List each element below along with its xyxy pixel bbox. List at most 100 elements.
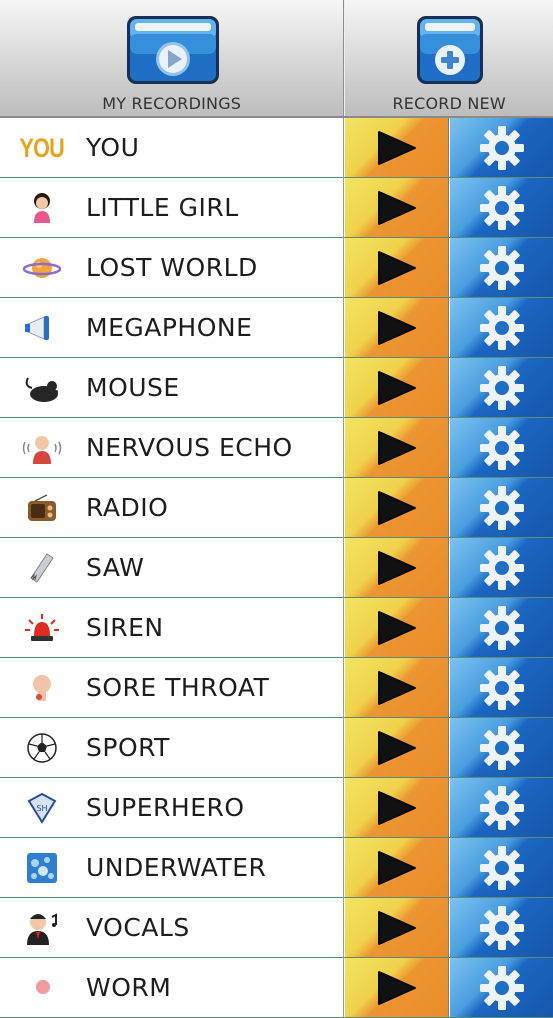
sore-throat-icon — [20, 670, 64, 706]
gear-icon — [479, 185, 524, 230]
recording-name-cell[interactable]: UNDERWATER — [0, 838, 344, 898]
gear-icon — [479, 545, 524, 590]
recording-name-cell[interactable]: YOU YOU — [0, 118, 344, 178]
siren-icon — [20, 610, 64, 646]
my-recordings-label: MY RECORDINGS — [102, 94, 242, 113]
recording-label: VOCALS — [86, 913, 190, 942]
recordings-list: YOU YOU LITTLE GIRL LOST WORLD MEGAPHONE MOUS… — [0, 118, 553, 1018]
recording-name-cell[interactable]: LOST WORLD — [0, 238, 344, 298]
gear-icon — [479, 365, 524, 410]
recording-name-cell[interactable]: SAW — [0, 538, 344, 598]
play-button[interactable] — [345, 478, 449, 537]
play-button[interactable] — [345, 358, 449, 417]
gear-icon — [479, 605, 524, 650]
planet-icon — [20, 250, 64, 286]
svg-text:SH: SH — [36, 804, 47, 813]
settings-button[interactable] — [450, 178, 553, 237]
recording-row: LITTLE GIRL — [0, 178, 553, 238]
gear-icon — [479, 785, 524, 830]
recording-row: RADIO — [0, 478, 553, 538]
play-button[interactable] — [345, 418, 449, 477]
settings-button[interactable] — [450, 358, 553, 417]
recording-row: VOCALS — [0, 898, 553, 958]
recording-row: MOUSE — [0, 358, 553, 418]
recording-label: MEGAPHONE — [86, 313, 253, 342]
recording-name-cell[interactable]: MEGAPHONE — [0, 298, 344, 358]
play-icon — [377, 790, 416, 825]
recording-name-cell[interactable]: VOCALS — [0, 898, 344, 958]
play-icon — [377, 490, 416, 525]
play-button[interactable] — [345, 178, 449, 237]
play-button[interactable] — [345, 718, 449, 777]
play-icon — [377, 190, 416, 225]
play-button[interactable] — [345, 658, 449, 717]
recording-name-cell[interactable]: MOUSE — [0, 358, 344, 418]
play-icon — [377, 130, 416, 165]
recording-label: NERVOUS ECHO — [86, 433, 293, 462]
settings-button[interactable] — [450, 718, 553, 777]
gear-icon — [479, 725, 524, 770]
gear-icon — [479, 245, 524, 290]
recording-name-cell[interactable]: SH SUPERHERO — [0, 778, 344, 838]
play-button[interactable] — [345, 958, 449, 1017]
play-icon — [377, 430, 416, 465]
recording-label: SORE THROAT — [86, 673, 270, 702]
settings-button[interactable] — [450, 118, 553, 177]
recording-row: MEGAPHONE — [0, 298, 553, 358]
play-button[interactable] — [345, 538, 449, 597]
little-girl-icon — [20, 190, 64, 226]
settings-button[interactable] — [450, 658, 553, 717]
recording-name-cell[interactable]: WORM — [0, 958, 344, 1018]
play-icon — [377, 910, 416, 945]
recording-name-cell[interactable]: SIREN — [0, 598, 344, 658]
record-new-button[interactable]: RECORD NEW — [344, 0, 553, 116]
settings-button[interactable] — [450, 838, 553, 897]
play-icon — [377, 610, 416, 645]
play-icon — [377, 850, 416, 885]
singer-icon — [20, 910, 64, 946]
recording-name-cell[interactable]: SPORT — [0, 718, 344, 778]
recording-row: SAW — [0, 538, 553, 598]
recording-name-cell[interactable]: LITTLE GIRL — [0, 178, 344, 238]
play-button[interactable] — [345, 298, 449, 357]
settings-button[interactable] — [450, 298, 553, 357]
recording-name-cell[interactable]: NERVOUS ECHO — [0, 418, 344, 478]
settings-button[interactable] — [450, 598, 553, 657]
folder-add-icon — [417, 16, 484, 84]
folder-play-icon — [127, 16, 219, 84]
play-icon — [377, 310, 416, 345]
recording-row: UNDERWATER — [0, 838, 553, 898]
recording-label: YOU — [86, 133, 140, 162]
play-button[interactable] — [345, 898, 449, 957]
settings-button[interactable] — [450, 538, 553, 597]
gear-icon — [479, 425, 524, 470]
settings-button[interactable] — [450, 898, 553, 957]
recording-row: SH SUPERHERO — [0, 778, 553, 838]
play-button[interactable] — [345, 238, 449, 297]
recording-name-cell[interactable]: RADIO — [0, 478, 344, 538]
recording-label: SUPERHERO — [86, 793, 245, 822]
recording-row: LOST WORLD — [0, 238, 553, 298]
recording-row: SORE THROAT — [0, 658, 553, 718]
saw-icon — [20, 550, 64, 586]
gear-icon — [479, 125, 524, 170]
play-button[interactable] — [345, 598, 449, 657]
megaphone-icon — [20, 310, 64, 346]
my-recordings-button[interactable]: MY RECORDINGS — [0, 0, 345, 116]
settings-button[interactable] — [450, 238, 553, 297]
recording-label: RADIO — [86, 493, 169, 522]
settings-button[interactable] — [450, 778, 553, 837]
recording-name-cell[interactable]: SORE THROAT — [0, 658, 344, 718]
settings-button[interactable] — [450, 478, 553, 537]
settings-button[interactable] — [450, 958, 553, 1017]
play-icon — [377, 250, 416, 285]
recording-label: SIREN — [86, 613, 164, 642]
recording-label: UNDERWATER — [86, 853, 267, 882]
gear-icon — [479, 665, 524, 710]
play-button[interactable] — [345, 118, 449, 177]
play-button[interactable] — [345, 778, 449, 837]
play-button[interactable] — [345, 838, 449, 897]
header: MY RECORDINGS RECORD NEW — [0, 0, 553, 118]
bubbles-icon — [20, 850, 64, 886]
settings-button[interactable] — [450, 418, 553, 477]
